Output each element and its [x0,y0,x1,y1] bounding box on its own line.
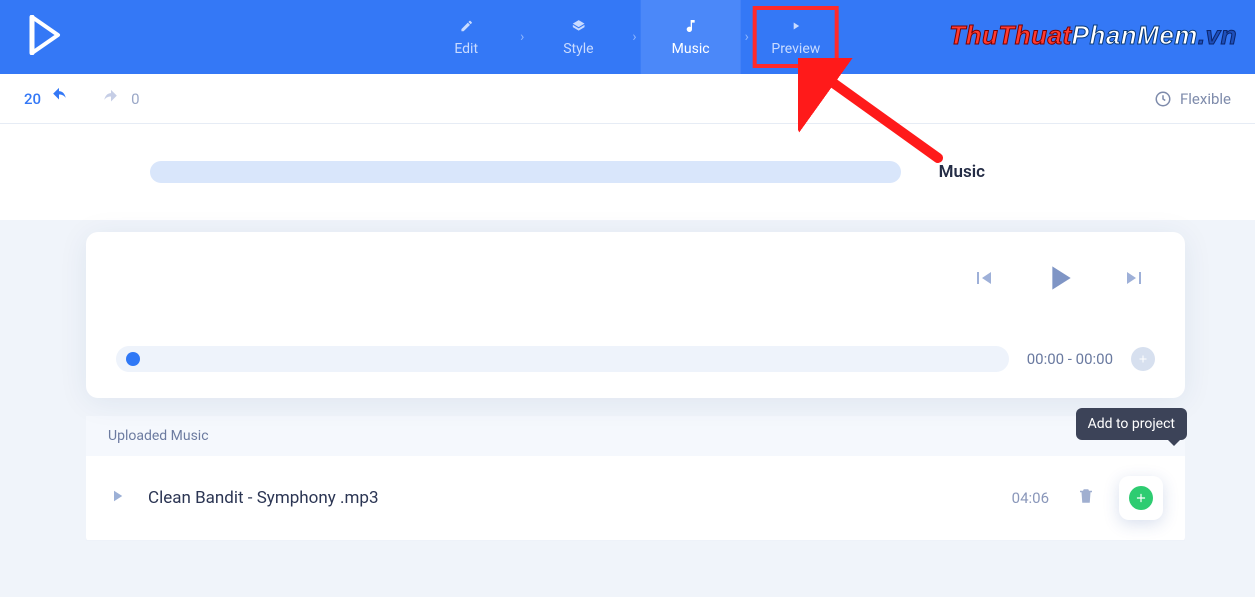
uploaded-heading: Uploaded Music [86,416,1185,456]
step-preview[interactable]: Preview [753,6,839,68]
watermark-text: ThuThuatPhanMem.vn [949,20,1237,51]
play-button[interactable] [1039,258,1079,302]
uploaded-music-list: Uploaded Music Clean Bandit - Symphony .… [86,416,1185,541]
layers-icon [570,17,586,35]
tooltip-add-to-project: Add to project [1076,408,1187,440]
step-edit[interactable]: Edit [416,0,516,74]
section-progress-track[interactable] [150,161,901,183]
timeline-thumb[interactable] [126,352,140,366]
step-label: Style [563,41,593,57]
player-controls [116,258,1155,302]
undo-button[interactable] [47,87,71,111]
step-style[interactable]: Style [528,0,628,74]
list-item: Clean Bandit - Symphony .mp3 04:06 [86,456,1185,541]
wizard-steps: Edit › Style › Music › Preview [416,0,839,74]
add-segment-button-disabled [1131,347,1155,371]
step-label: Preview [771,41,820,57]
chevron-right-icon: › [741,0,753,74]
play-icon [790,17,802,35]
flexible-toggle[interactable]: Flexible [1154,90,1231,108]
redo-count: 0 [131,90,139,108]
app-logo[interactable] [28,15,64,59]
timeline-row: 00:00 - 00:00 [116,346,1155,372]
step-music[interactable]: Music [641,0,741,74]
section-title: Music [939,162,985,182]
track-title: Clean Bandit - Symphony .mp3 [148,488,379,508]
skip-previous-button[interactable] [971,266,995,294]
section-bar: Music [0,124,1255,220]
chevron-right-icon: › [516,0,528,74]
timeline-slider[interactable] [116,346,1009,372]
undo-count: 20 [24,90,41,108]
music-note-icon [683,17,699,35]
step-label: Music [672,41,710,57]
music-player-panel: 00:00 - 00:00 [86,232,1185,398]
delete-track-button[interactable] [1077,487,1095,509]
redo-button[interactable]: 0 [99,89,139,109]
step-label: Edit [454,41,478,57]
play-track-button[interactable] [108,487,126,509]
add-to-project-button[interactable] [1119,476,1163,520]
flexible-label: Flexible [1180,90,1231,108]
skip-next-button[interactable] [1123,266,1147,294]
history-toolbar: 20 0 Flexible [0,74,1255,124]
pencil-icon [459,17,473,35]
chevron-right-icon: › [628,0,640,74]
track-duration: 04:06 [1012,489,1049,507]
time-display: 00:00 - 00:00 [1027,350,1113,368]
app-header: Edit › Style › Music › Preview ThuThuatP… [0,0,1255,74]
plus-circle-icon [1129,486,1153,510]
